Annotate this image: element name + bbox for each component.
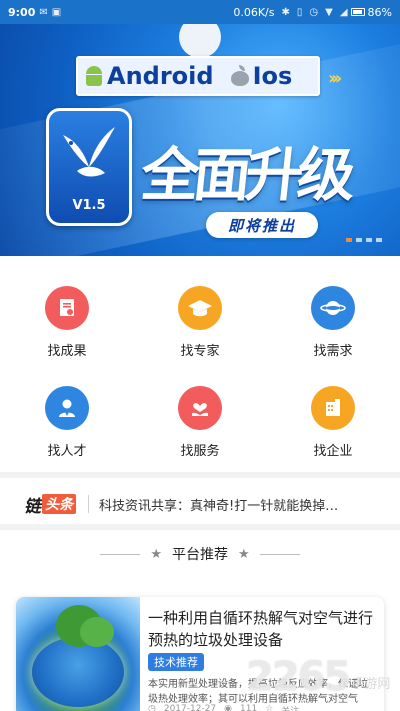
grid-label: 找专家 — [180, 344, 220, 359]
network-speed: 0.06K/s — [233, 5, 275, 19]
building-icon — [311, 386, 355, 430]
bluetooth-icon: ✱ — [281, 6, 290, 18]
card-follow[interactable]: 关注 — [281, 704, 299, 711]
banner-headline: 全面升级 — [137, 141, 354, 209]
chevrons-icon: ››› — [328, 68, 342, 89]
graduation-cap-icon — [178, 286, 222, 330]
card-date: 2017-12-27 — [163, 704, 217, 711]
apple-icon — [230, 65, 250, 87]
app-logo: V1.5 — [46, 108, 132, 226]
platform-strip: Android Ios — [76, 56, 320, 96]
grid-item-talent[interactable]: 找人才 — [12, 386, 122, 459]
star-icon: ★ — [238, 546, 250, 562]
page-dot — [376, 238, 382, 242]
section-title: 平台推荐 — [172, 547, 228, 563]
banner-notch-circle — [179, 24, 221, 58]
header-line — [259, 553, 300, 555]
alarm-icon: ◷ — [309, 6, 319, 18]
vibrate-icon: ▯ — [296, 6, 303, 18]
grid-item-experts[interactable]: 找专家 — [145, 286, 255, 359]
eye-icon: ◉ — [224, 704, 233, 711]
ticker-logo-main: 链 — [24, 496, 41, 517]
page-dot — [356, 238, 362, 242]
status-bar: 9:00 ✉ ▣ 0.06K/s ✱ ▯ ◷ ▼ ◢ 86% — [0, 0, 400, 24]
watermark-number: 2265 — [246, 654, 351, 700]
platform-ios-label: Ios — [252, 62, 293, 90]
site-watermark: 2265 手游网 — [246, 654, 390, 700]
feature-grid: 找成果 找专家 找需求 找人才 找服务 找企业 — [0, 262, 400, 477]
sim-icon: ▣ — [51, 6, 62, 18]
header-line — [100, 553, 141, 555]
card-thumbnail — [16, 597, 140, 711]
coming-soon-badge: 即将推出 — [206, 212, 318, 238]
page-dot — [346, 238, 352, 242]
battery-level: 86% — [367, 5, 392, 19]
star-outline-icon[interactable]: ☆ — [265, 704, 273, 711]
grid-item-achievements[interactable]: 找成果 — [12, 286, 122, 359]
grid-label: 找企业 — [313, 444, 353, 459]
grid-label: 找人才 — [47, 444, 87, 459]
dove-icon — [63, 127, 115, 177]
ticker-logo: 链 头条 — [24, 492, 76, 517]
person-icon — [45, 386, 89, 430]
platform-android-label: Android — [107, 62, 214, 90]
grid-label: 找服务 — [180, 444, 220, 459]
planet-icon — [311, 286, 355, 330]
signal-icon: ◢ — [339, 6, 348, 18]
grid-item-enterprises[interactable]: 找企业 — [278, 386, 388, 459]
clock-icon: ◷ — [148, 704, 156, 711]
battery-icon — [350, 8, 365, 16]
grid-item-services[interactable]: 找服务 — [145, 386, 255, 459]
notification-icon: ✉ — [39, 6, 48, 18]
android-icon — [84, 65, 104, 87]
status-time: 9:00 — [8, 5, 36, 19]
card-meta: ◷ 2017-12-27 ◉ 111 ☆ 关注 — [148, 704, 378, 711]
certificate-icon — [45, 286, 89, 330]
card-views: 111 — [240, 704, 258, 711]
card-tag: 技术推荐 — [148, 653, 204, 671]
heart-hand-icon — [178, 386, 222, 430]
grid-label: 找成果 — [47, 344, 87, 359]
ticker-headline[interactable]: 科技资讯共享：真神奇!打一针就能换掉… — [99, 495, 371, 514]
card-title: 一种利用自循环热解气对空气进行预热的垃圾处理设备 — [148, 609, 374, 649]
ticker-logo-badge: 头条 — [42, 494, 76, 514]
section-divider — [0, 524, 400, 530]
grid-item-demands[interactable]: 找需求 — [278, 286, 388, 359]
section-divider — [0, 472, 400, 478]
watermark-text: 手游网 — [351, 677, 391, 692]
page-dot — [366, 238, 372, 242]
wifi-icon: ▼ — [325, 6, 333, 18]
news-ticker[interactable]: 链 头条 科技资讯共享：真神奇!打一针就能换掉… — [0, 486, 400, 522]
banner-page-indicator — [346, 238, 382, 242]
star-icon: ★ — [150, 546, 162, 562]
grid-label: 找需求 — [313, 344, 353, 359]
version-label: V1.5 — [72, 198, 106, 213]
ticker-separator — [88, 495, 89, 513]
section-header: ★ 平台推荐 ★ — [0, 542, 400, 566]
promo-banner[interactable]: Android Ios ››› V1.5 全面升级 即将推出 — [0, 24, 400, 256]
